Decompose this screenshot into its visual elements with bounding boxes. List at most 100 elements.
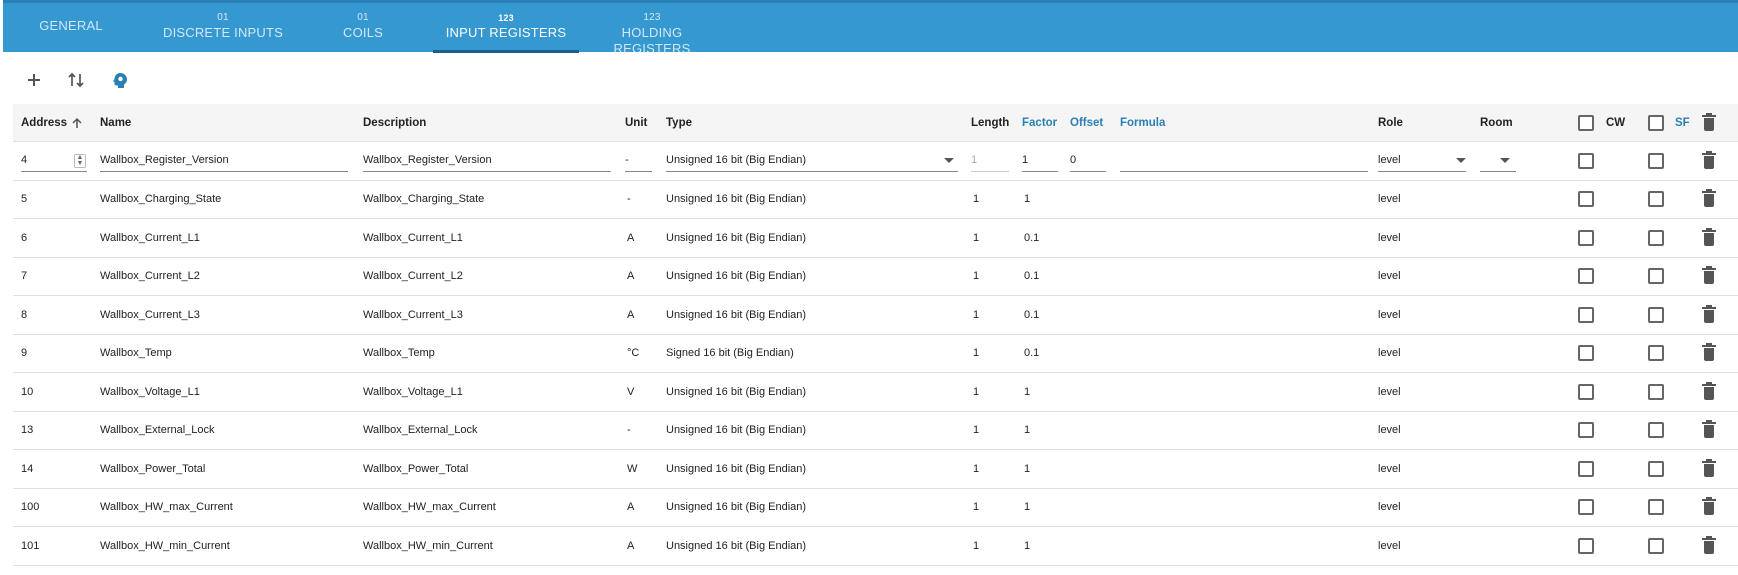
description-cell[interactable]: Wallbox_Power_Total [363,450,468,488]
unit-cell[interactable]: A [627,527,634,565]
table-row[interactable]: 7 Wallbox_Current_L2 Wallbox_Current_L2 … [13,258,1738,296]
delete-all-button[interactable] [1701,104,1717,141]
factor-cell[interactable]: 0.1 [1024,258,1039,296]
delete-row-button[interactable] [1701,450,1717,488]
delete-row-button[interactable] [1701,412,1717,450]
role-select[interactable]: level [1378,150,1466,172]
tab-holding-registers[interactable]: 123 HOLDING REGISTERS [587,6,717,56]
address-cell[interactable]: 5 [21,181,27,219]
select-all-sf-checkbox[interactable] [1648,104,1664,141]
factor-cell[interactable]: 1 [1024,450,1030,488]
sf-checkbox[interactable] [1648,499,1664,516]
type-cell[interactable]: Unsigned 16 bit (Big Endian) [666,489,806,527]
table-row[interactable]: 8 Wallbox_Current_L3 Wallbox_Current_L3 … [13,296,1738,335]
offset-input[interactable]: 0 [1070,150,1106,172]
description-cell[interactable]: Wallbox_Charging_State [363,181,484,219]
cw-checkbox[interactable] [1578,383,1594,400]
name-cell[interactable]: Wallbox_HW_min_Current [100,527,230,565]
cw-checkbox[interactable] [1578,460,1594,477]
role-cell[interactable]: level [1378,219,1401,257]
unit-cell[interactable]: A [627,258,634,296]
type-cell[interactable]: Signed 16 bit (Big Endian) [666,335,794,373]
type-cell[interactable]: Unsigned 16 bit (Big Endian) [666,527,806,565]
description-cell[interactable]: Wallbox_Voltage_L1 [363,373,463,411]
column-description[interactable]: Description [363,104,426,141]
table-row[interactable]: 10 Wallbox_Voltage_L1 Wallbox_Voltage_L1… [13,373,1738,412]
delete-row-button[interactable] [1701,258,1717,296]
type-cell[interactable]: Unsigned 16 bit (Big Endian) [666,296,806,334]
delete-row-button[interactable] [1701,142,1717,180]
role-cell[interactable]: level [1378,373,1401,411]
delete-row-button[interactable] [1701,335,1717,373]
column-formula[interactable]: Formula [1120,104,1165,141]
description-cell[interactable]: Wallbox_Current_L2 [363,258,463,296]
factor-cell[interactable]: 1 [1024,412,1030,450]
cw-checkbox[interactable] [1578,537,1594,554]
role-cell[interactable]: level [1378,258,1401,296]
select-all-cw-checkbox[interactable] [1578,104,1594,141]
checkbox[interactable] [1648,114,1664,131]
delete-row-button[interactable] [1701,219,1717,257]
description-cell[interactable]: Wallbox_HW_max_Current [363,489,496,527]
factor-cell[interactable]: 1 [1024,489,1030,527]
address-cell[interactable]: 9 [21,335,27,373]
address-input[interactable]: 4 ▲ ▼ [21,150,87,172]
name-cell[interactable]: Wallbox_Charging_State [100,181,221,219]
type-cell[interactable]: Unsigned 16 bit (Big Endian) [666,412,806,450]
role-cell[interactable]: level [1378,335,1401,373]
type-cell[interactable]: Unsigned 16 bit (Big Endian) [666,219,806,257]
sf-checkbox[interactable] [1648,422,1664,439]
factor-cell[interactable]: 0.1 [1024,296,1039,334]
table-row[interactable]: 100 Wallbox_HW_max_Current Wallbox_HW_ma… [13,489,1738,527]
description-input[interactable]: Wallbox_Register_Version [363,150,611,172]
factor-cell[interactable]: 1 [1024,181,1030,219]
role-cell[interactable]: level [1378,527,1401,565]
column-address[interactable]: Address [21,104,83,141]
cw-checkbox[interactable] [1578,268,1594,285]
role-cell[interactable]: level [1378,489,1401,527]
tab-coils[interactable]: 01 COILS [323,6,403,52]
add-button[interactable] [20,68,48,92]
name-input[interactable]: Wallbox_Register_Version [100,150,348,172]
table-row[interactable]: 13 Wallbox_External_Lock Wallbox_Externa… [13,412,1738,450]
factor-cell[interactable]: 0.1 [1024,335,1039,373]
address-cell[interactable]: 13 [21,412,33,450]
role-cell[interactable]: level [1378,181,1401,219]
name-cell[interactable]: Wallbox_External_Lock [100,412,215,450]
address-cell[interactable]: 14 [21,450,33,488]
column-type[interactable]: Type [666,104,692,141]
room-select[interactable] [1480,150,1516,172]
tab-discrete-inputs[interactable]: 01 DISCRETE INPUTS [153,6,293,52]
cw-checkbox[interactable] [1578,345,1594,362]
column-room[interactable]: Room [1480,104,1513,141]
role-cell[interactable]: level [1378,412,1401,450]
role-cell[interactable]: level [1378,296,1401,334]
tab-general[interactable]: GENERAL [23,6,119,52]
cw-checkbox[interactable] [1578,499,1594,516]
cw-checkbox[interactable] [1578,191,1594,208]
factor-cell[interactable]: 0.1 [1024,219,1039,257]
type-cell[interactable]: Unsigned 16 bit (Big Endian) [666,181,806,219]
role-cell[interactable]: level [1378,450,1401,488]
unit-cell[interactable]: A [627,296,634,334]
delete-row-button[interactable] [1701,296,1717,334]
cw-checkbox[interactable] [1578,422,1594,439]
name-cell[interactable]: Wallbox_HW_max_Current [100,489,233,527]
type-cell[interactable]: Unsigned 16 bit (Big Endian) [666,258,806,296]
table-row[interactable]: 14 Wallbox_Power_Total Wallbox_Power_Tot… [13,450,1738,489]
name-cell[interactable]: Wallbox_Current_L3 [100,296,200,334]
sf-checkbox[interactable] [1648,191,1664,208]
unit-input[interactable]: - [625,150,652,172]
table-row[interactable]: 9 Wallbox_Temp Wallbox_Temp °C Signed 16… [13,335,1738,373]
formula-input[interactable] [1120,150,1368,172]
unit-cell[interactable]: A [627,219,634,257]
table-row[interactable]: 101 Wallbox_HW_min_Current Wallbox_HW_mi… [13,527,1738,566]
tab-input-registers[interactable]: 123 INPUT REGISTERS [433,6,579,52]
delete-row-button[interactable] [1701,527,1717,565]
sf-checkbox[interactable] [1648,383,1664,400]
description-cell[interactable]: Wallbox_HW_min_Current [363,527,493,565]
type-cell[interactable]: Unsigned 16 bit (Big Endian) [666,450,806,488]
sf-checkbox[interactable] [1648,306,1664,323]
type-select[interactable]: Unsigned 16 bit (Big Endian) [666,150,958,172]
unit-cell[interactable]: - [627,181,631,219]
